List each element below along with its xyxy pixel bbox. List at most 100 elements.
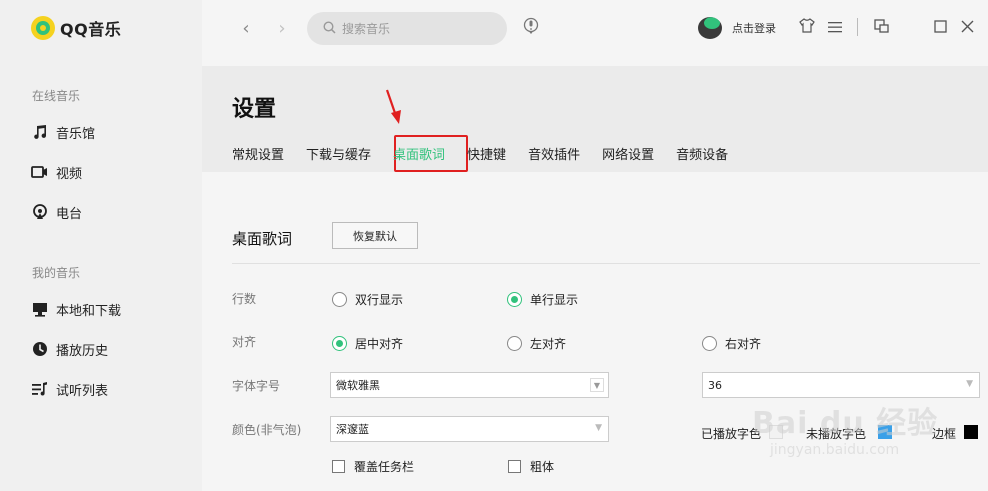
played-color-swatch[interactable] (769, 425, 783, 439)
sidebar-group-online: 在线音乐 (32, 89, 81, 103)
radio-circle (332, 292, 347, 307)
radio-align-right[interactable]: 右对齐 (702, 335, 761, 352)
chevron-down-icon: ▼ (966, 379, 973, 389)
maximize-icon (933, 18, 947, 37)
clock-icon (31, 341, 48, 358)
played-color-label: 已播放字色 (701, 427, 762, 441)
login-link[interactable]: 点击登录 (732, 20, 776, 36)
radio-circle-selected (332, 336, 347, 351)
close-icon (961, 18, 974, 37)
toolbar-divider (857, 18, 858, 36)
section-title: 桌面歌词 (232, 230, 293, 248)
mini-mode-button[interactable] (870, 16, 892, 38)
checkbox-cover-taskbar[interactable]: 覆盖任务栏 (332, 458, 414, 475)
main-menu-button[interactable] (824, 16, 846, 38)
unplayed-color-label: 未播放字色 (806, 427, 867, 441)
tab-audio-device[interactable]: 音频设备 (676, 144, 728, 163)
tab-desktop-lyrics[interactable]: 桌面歌词 (393, 144, 445, 163)
video-icon (31, 164, 48, 181)
sidebar-item-label: 播放历史 (56, 343, 109, 359)
border-color-swatch[interactable] (964, 425, 978, 439)
sidebar: QQ音乐 在线音乐 音乐馆 视频 电台 我的音乐 本地和下载 播放历史 试听列表 (0, 0, 202, 491)
radio-label: 双行显示 (355, 293, 404, 307)
radio-align-left[interactable]: 左对齐 (507, 335, 566, 352)
radio-label: 右对齐 (725, 337, 762, 351)
settings-tabs: 常规设置 下载与缓存 桌面歌词 快捷键 音效插件 网络设置 音频设备 (232, 144, 750, 163)
avatar[interactable] (698, 17, 722, 39)
chevron-down-icon: ▼ (590, 378, 604, 392)
sidebar-item-trial-list[interactable]: 试听列表 (31, 377, 108, 401)
chevron-down-icon: ▼ (595, 423, 602, 433)
voice-search-button[interactable] (522, 17, 540, 39)
sidebar-item-label: 音乐馆 (56, 126, 96, 142)
settings-content: 桌面歌词 恢复默认 行数 双行显示 单行显示 对齐 居中对齐 左对齐 右对齐 字… (202, 172, 988, 491)
forward-button[interactable]: › (272, 17, 292, 39)
page-title: 设置 (232, 97, 277, 122)
tab-download-cache[interactable]: 下载与缓存 (306, 144, 371, 163)
menu-icon (828, 18, 842, 37)
font-family-select[interactable]: 微软雅黑 ▼ (330, 372, 609, 398)
checkbox-box (332, 460, 345, 473)
sidebar-item-label: 本地和下载 (56, 303, 122, 319)
radio-double-line[interactable]: 双行显示 (332, 291, 403, 308)
checkbox-label: 覆盖任务栏 (354, 460, 415, 474)
sidebar-item-label: 视频 (56, 166, 83, 182)
chevron-left-icon: ‹ (242, 17, 250, 39)
sidebar-group-my-music: 我的音乐 (32, 266, 81, 280)
tab-sound-plugins[interactable]: 音效插件 (528, 144, 580, 163)
mini-mode-icon (873, 18, 889, 37)
select-value: 36 (708, 378, 722, 392)
skin-button[interactable] (796, 16, 818, 38)
tab-general[interactable]: 常规设置 (232, 144, 284, 163)
sidebar-item-label: 电台 (56, 206, 83, 222)
radio-align-center[interactable]: 居中对齐 (332, 335, 403, 352)
playlist-icon (31, 381, 48, 398)
settings-header: 设置 常规设置 下载与缓存 桌面歌词 快捷键 音效插件 网络设置 音频设备 (202, 66, 988, 172)
restore-default-button[interactable]: 恢复默认 (332, 222, 418, 249)
radio-label: 居中对齐 (355, 337, 404, 351)
font-label: 字体字号 (232, 379, 281, 393)
sidebar-item-radio[interactable]: 电台 (31, 200, 82, 224)
top-bar: ‹ › 点击登录 (202, 0, 988, 66)
align-label: 对齐 (232, 335, 257, 349)
radio-label: 左对齐 (530, 337, 567, 351)
radio-circle (702, 336, 717, 351)
unplayed-color-swatch[interactable] (878, 425, 892, 439)
chevron-right-icon: › (278, 17, 286, 39)
search-input[interactable] (342, 21, 492, 36)
checkbox-bold[interactable]: 粗体 (508, 458, 554, 475)
back-button[interactable]: ‹ (236, 17, 256, 39)
radio-label: 单行显示 (530, 293, 579, 307)
sidebar-item-play-history[interactable]: 播放历史 (31, 337, 108, 361)
radio-icon (31, 204, 48, 221)
select-value: 微软雅黑 (336, 379, 380, 392)
font-size-select[interactable]: 36 ▼ (702, 372, 980, 398)
annotation-arrow-icon (385, 89, 401, 124)
tab-shortcuts[interactable]: 快捷键 (467, 144, 506, 163)
checkbox-box (508, 460, 521, 473)
lines-label: 行数 (232, 292, 257, 306)
select-value: 深邃蓝 (336, 423, 369, 436)
computer-icon (31, 301, 48, 318)
sidebar-item-local-download[interactable]: 本地和下载 (31, 297, 121, 321)
microphone-icon (523, 17, 539, 39)
search-icon (323, 19, 336, 38)
section-divider (232, 263, 980, 264)
sidebar-item-music-hall[interactable]: 音乐馆 (31, 120, 95, 144)
app-name: QQ音乐 (60, 20, 122, 39)
sidebar-item-video[interactable]: 视频 (31, 160, 82, 184)
color-label: 颜色(非气泡) (232, 423, 302, 437)
radio-circle (507, 336, 522, 351)
sidebar-item-label: 试听列表 (56, 383, 109, 399)
app-logo[interactable]: QQ音乐 (31, 16, 121, 40)
color-scheme-select[interactable]: 深邃蓝 ▼ (330, 416, 609, 442)
tab-network[interactable]: 网络设置 (602, 144, 654, 163)
radio-circle-selected (507, 292, 522, 307)
search-box[interactable] (307, 12, 507, 45)
maximize-button[interactable] (929, 16, 951, 38)
qq-music-logo-icon (31, 16, 55, 40)
border-color-label: 边框 (932, 427, 957, 441)
radio-single-line[interactable]: 单行显示 (507, 291, 578, 308)
checkbox-label: 粗体 (530, 460, 555, 474)
close-button[interactable] (956, 16, 978, 38)
